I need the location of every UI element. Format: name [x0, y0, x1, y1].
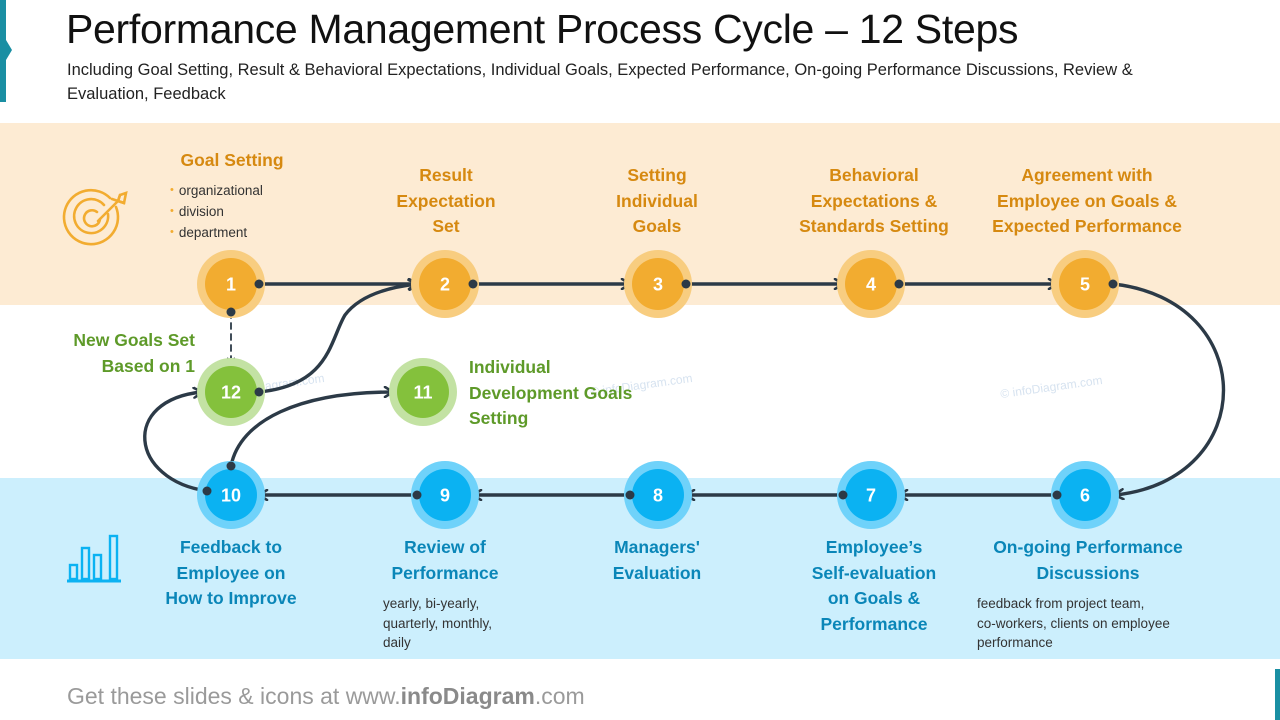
step-number: 3	[653, 275, 663, 295]
step-number: 11	[413, 383, 432, 403]
footer-link[interactable]: Get these slides & icons at www.infoDiag…	[67, 683, 585, 710]
connectors	[143, 282, 1226, 495]
bullet-item: department	[170, 223, 263, 244]
arrow-5-to-6	[1111, 282, 1226, 495]
connector-start-dot	[254, 387, 264, 397]
footer-suffix: .com	[534, 683, 585, 709]
target-icon	[62, 188, 128, 246]
connector-start-dot	[625, 490, 635, 500]
step-1-bullets: organizational division department	[170, 181, 263, 244]
step-4-title: Behavioral Expectations & Standards Sett…	[799, 165, 949, 236]
connector-start-dot	[226, 307, 236, 317]
step-6-title: On-going Performance Discussions	[993, 537, 1183, 583]
connector-start-dot	[254, 279, 264, 289]
step-3-title: Setting Individual Goals	[616, 165, 698, 236]
step-10-title: Feedback to Employee on How to Improve	[165, 537, 297, 608]
footer-prefix: Get these slides & icons at www.	[67, 683, 401, 709]
step-12-title: New Goals Set Based on 1	[73, 330, 195, 376]
footer-brand: infoDiagram	[400, 683, 535, 709]
connector-start-dot	[468, 279, 478, 289]
connector-start-dot	[1108, 279, 1118, 289]
step-9-title: Review of Performance	[391, 537, 499, 583]
arrow-10-to-12	[143, 392, 209, 493]
step-number: 5	[1080, 275, 1090, 295]
step-number: 2	[440, 275, 450, 295]
connector-start-dot	[838, 490, 848, 500]
step-11-title: Individual Development Goals Setting	[469, 357, 633, 428]
connector-start-dot	[894, 279, 904, 289]
step-number: 9	[440, 486, 450, 506]
step-number: 4	[866, 275, 876, 295]
step-number: 8	[653, 486, 663, 506]
bullet-item: division	[170, 202, 263, 223]
step-7-title: Employee’s Self-evaluation on Goals & Pe…	[811, 537, 937, 634]
step-number: 7	[866, 486, 876, 506]
step-number: 6	[1080, 486, 1090, 506]
connector-start-dot	[1052, 490, 1062, 500]
step-5-title: Agreement with Employee on Goals & Expec…	[992, 165, 1182, 236]
bullet-item: organizational	[170, 181, 263, 202]
step-number: 1	[226, 275, 236, 295]
step-6-note: feedback from project team, co-workers, …	[977, 596, 1170, 650]
step-number: 12	[221, 383, 241, 403]
bar-chart-icon	[67, 534, 121, 583]
connector-start-dot	[681, 279, 691, 289]
step-number: 10	[221, 486, 241, 506]
connector-start-dot	[226, 461, 236, 471]
step-8-title: Managers' Evaluation	[612, 537, 702, 583]
connector-start-dot	[412, 490, 422, 500]
step-node-11: 11	[389, 358, 457, 426]
step-2-title: Result Expectation Set	[396, 165, 496, 236]
step-9-note: yearly, bi-yearly, quarterly, monthly, d…	[383, 596, 493, 650]
step-1-title: Goal Setting	[180, 150, 284, 170]
connector-start-dot	[202, 486, 212, 496]
